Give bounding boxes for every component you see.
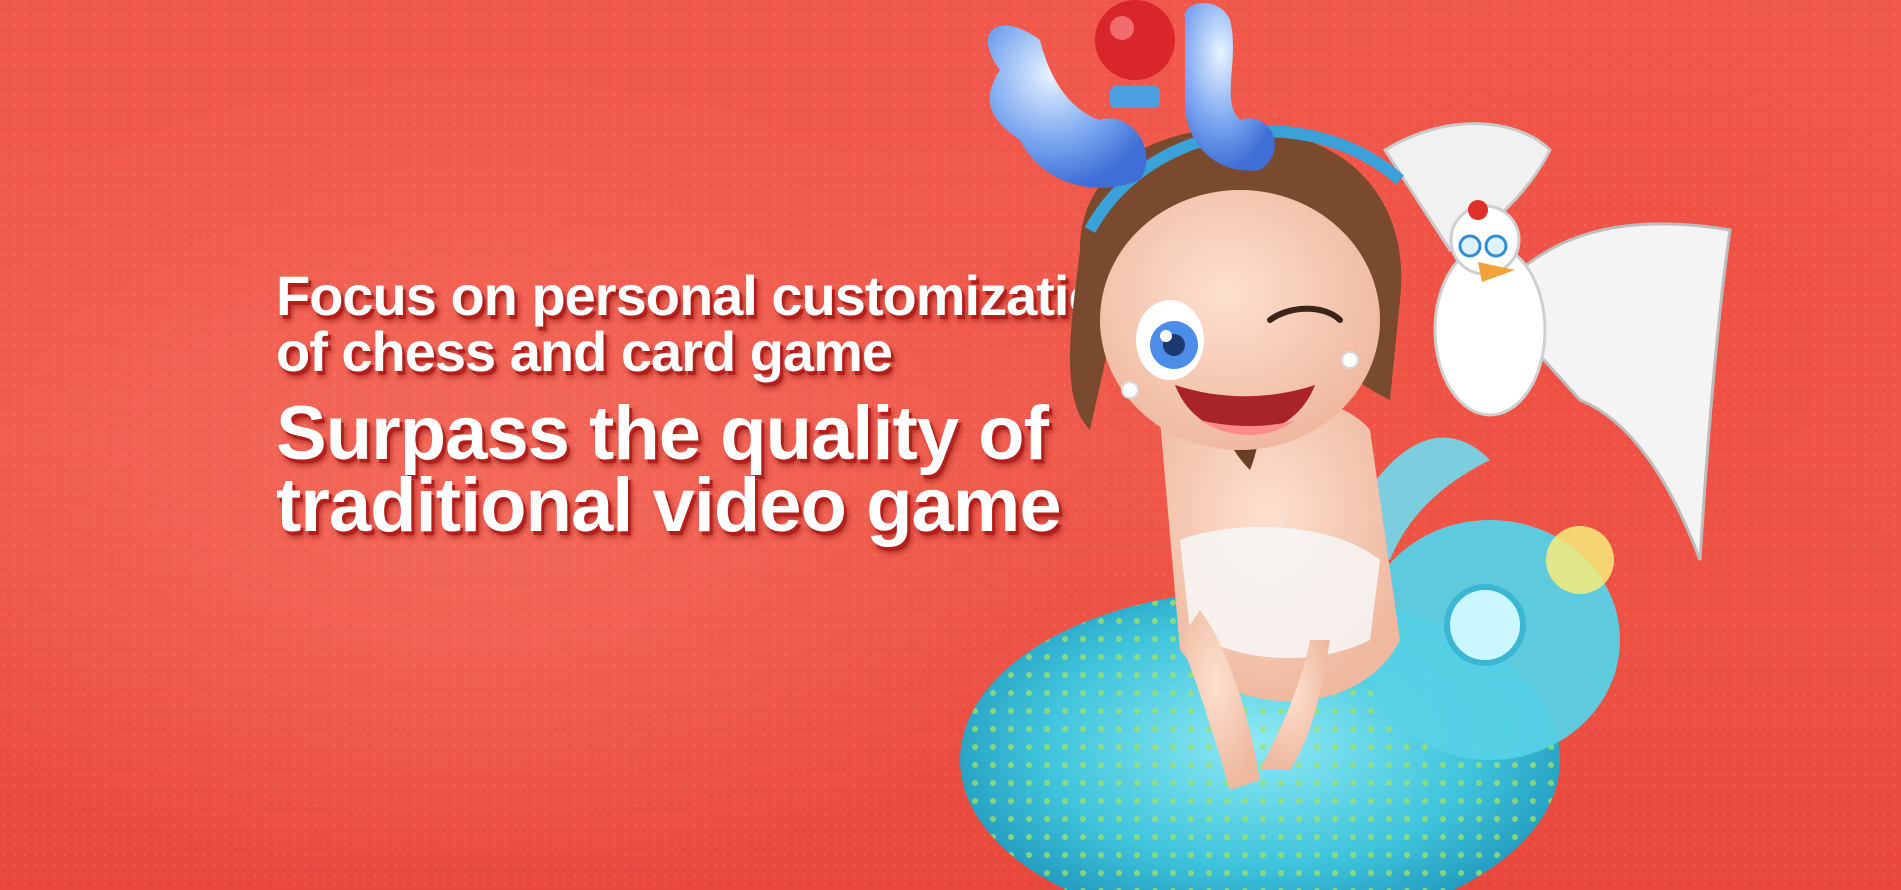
- girl-face: [1100, 190, 1380, 450]
- character-illustration: [960, 0, 1732, 890]
- hero-banner: Focus on personal customization of chess…: [0, 0, 1901, 890]
